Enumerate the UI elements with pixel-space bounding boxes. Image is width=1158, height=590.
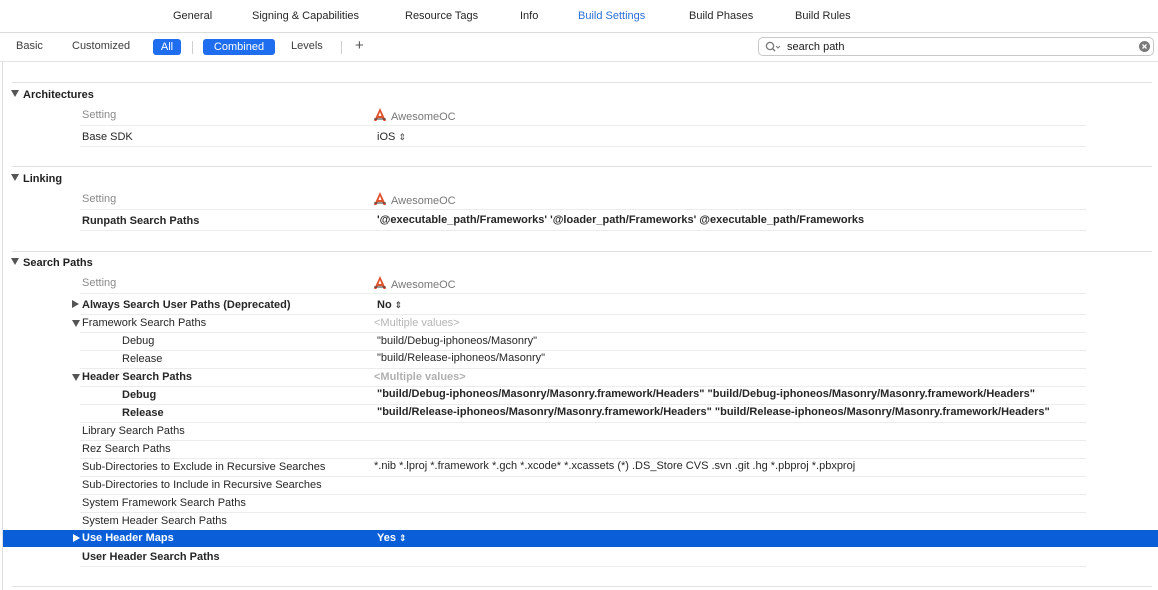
view-combined[interactable]: Combined: [203, 39, 275, 55]
disclosure-expanded-icon: [11, 90, 19, 97]
row-divider: [80, 566, 1086, 567]
tab-resource-tags[interactable]: Resource Tags: [405, 10, 478, 22]
setting-name: Framework Search Paths: [82, 317, 207, 329]
row-divider: [80, 314, 1086, 315]
target-column-header: AwesomeOC: [372, 107, 456, 123]
setting-name: System Header Search Paths: [82, 515, 227, 527]
setting-name: Release: [122, 407, 164, 419]
tab-general[interactable]: General: [173, 10, 212, 22]
setting-name: Always Search User Paths (Deprecated): [82, 299, 291, 311]
view-levels[interactable]: Levels: [291, 40, 323, 52]
setting-value[interactable]: "build/Debug-iphoneos/Masonry": [377, 335, 537, 347]
section-divider: [12, 251, 1152, 252]
setting-value[interactable]: '@executable_path/Frameworks' '@loader_p…: [377, 214, 864, 226]
setting-name: User Header Search Paths: [82, 551, 220, 563]
setting-name: Debug: [122, 335, 155, 347]
row-divider: [80, 350, 1086, 351]
target-column-header: AwesomeOC: [372, 275, 456, 291]
setting-column-header: Setting: [82, 277, 117, 289]
tab-info[interactable]: Info: [520, 10, 538, 22]
disclosure-expanded-icon: [11, 258, 19, 265]
disclosure-expanded-icon[interactable]: [72, 320, 80, 327]
row-divider: [80, 494, 1086, 495]
setting-column-header: Setting: [82, 109, 117, 121]
disclosure-expanded-icon[interactable]: [72, 374, 80, 381]
setting-name: System Framework Search Paths: [82, 497, 246, 509]
section-divider: [12, 82, 1152, 83]
setting-name: Header Search Paths: [82, 371, 193, 383]
setting-name: Library Search Paths: [82, 425, 185, 437]
row-divider: [80, 440, 1086, 441]
tab-build-settings[interactable]: Build Settings: [578, 10, 645, 22]
setting-name: Debug: [122, 389, 157, 401]
setting-name: Sub-Directories to Include in Recursive …: [82, 479, 322, 491]
filter-customized[interactable]: Customized: [72, 40, 130, 52]
search-input[interactable]: [787, 39, 1127, 54]
setting-name: Rez Search Paths: [82, 443, 171, 455]
row-divider: [80, 230, 1086, 231]
search-icon: [765, 41, 781, 52]
setting-column-header: Setting: [82, 193, 117, 205]
left-border: [2, 62, 3, 590]
tab-signing-capabilities[interactable]: Signing & Capabilities: [252, 10, 359, 22]
setting-value-select[interactable]: iOS ⇕: [377, 131, 406, 143]
row-divider: [80, 422, 1086, 423]
app-target-icon: [374, 276, 386, 289]
section-search-paths[interactable]: Search Paths: [11, 257, 93, 269]
setting-name: Sub-Directories to Exclude in Recursive …: [82, 461, 326, 473]
section-architectures[interactable]: Architectures: [11, 89, 94, 101]
row-divider: [80, 332, 1086, 333]
add-setting-button[interactable]: +: [355, 38, 364, 54]
setting-name: Base SDK: [82, 131, 133, 143]
clear-search-icon[interactable]: [1139, 41, 1150, 52]
setting-value-select[interactable]: Yes ⇕: [377, 532, 407, 544]
setting-name: Release: [122, 353, 163, 365]
search-field[interactable]: [758, 37, 1154, 56]
setting-value[interactable]: <Multiple values>: [374, 371, 466, 383]
target-column-header: AwesomeOC: [372, 191, 456, 207]
section-divider: [12, 166, 1152, 167]
app-target-icon: [374, 192, 386, 205]
editor-tab-bar: General Signing & Capabilities Resource …: [0, 0, 1158, 33]
app-target-icon: [374, 108, 386, 121]
setting-value[interactable]: <Multiple values>: [374, 317, 460, 329]
disclosure-collapsed-icon[interactable]: [73, 534, 80, 542]
selected-setting-row[interactable]: Use Header Maps Yes ⇕: [3, 530, 1158, 547]
tab-build-phases[interactable]: Build Phases: [689, 10, 753, 22]
disclosure-collapsed-icon[interactable]: [72, 300, 79, 308]
setting-value[interactable]: "build/Debug-iphoneos/Masonry/Masonry.fr…: [377, 388, 1035, 400]
disclosure-expanded-icon: [11, 174, 19, 181]
row-divider: [80, 146, 1086, 147]
updown-chevron-icon: ⇕: [398, 533, 407, 543]
row-divider: [80, 476, 1086, 477]
filter-separator: [192, 41, 193, 54]
section-divider: [12, 586, 1152, 587]
updown-chevron-icon: ⇕: [398, 132, 406, 142]
row-divider: [80, 293, 1086, 294]
filter-basic[interactable]: Basic: [16, 40, 43, 52]
setting-name: Use Header Maps: [82, 532, 174, 544]
setting-value[interactable]: "build/Release-iphoneos/Masonry/Masonry.…: [377, 406, 1050, 418]
updown-chevron-icon: ⇕: [394, 300, 403, 310]
filter-all[interactable]: All: [153, 39, 181, 55]
setting-value[interactable]: "build/Release-iphoneos/Masonry": [377, 352, 545, 364]
row-divider: [80, 209, 1086, 210]
setting-value[interactable]: *.nib *.lproj *.framework *.gch *.xcode*…: [374, 460, 855, 472]
section-linking[interactable]: Linking: [11, 173, 62, 185]
row-divider: [80, 512, 1086, 513]
row-divider: [80, 368, 1086, 369]
setting-name: Runpath Search Paths: [82, 215, 200, 227]
row-divider: [80, 404, 1086, 405]
filter-separator: [341, 41, 342, 54]
row-divider: [80, 386, 1086, 387]
setting-value-select[interactable]: No ⇕: [377, 299, 402, 311]
tab-build-rules[interactable]: Build Rules: [795, 10, 851, 22]
row-divider: [80, 125, 1086, 126]
row-divider: [80, 458, 1086, 459]
